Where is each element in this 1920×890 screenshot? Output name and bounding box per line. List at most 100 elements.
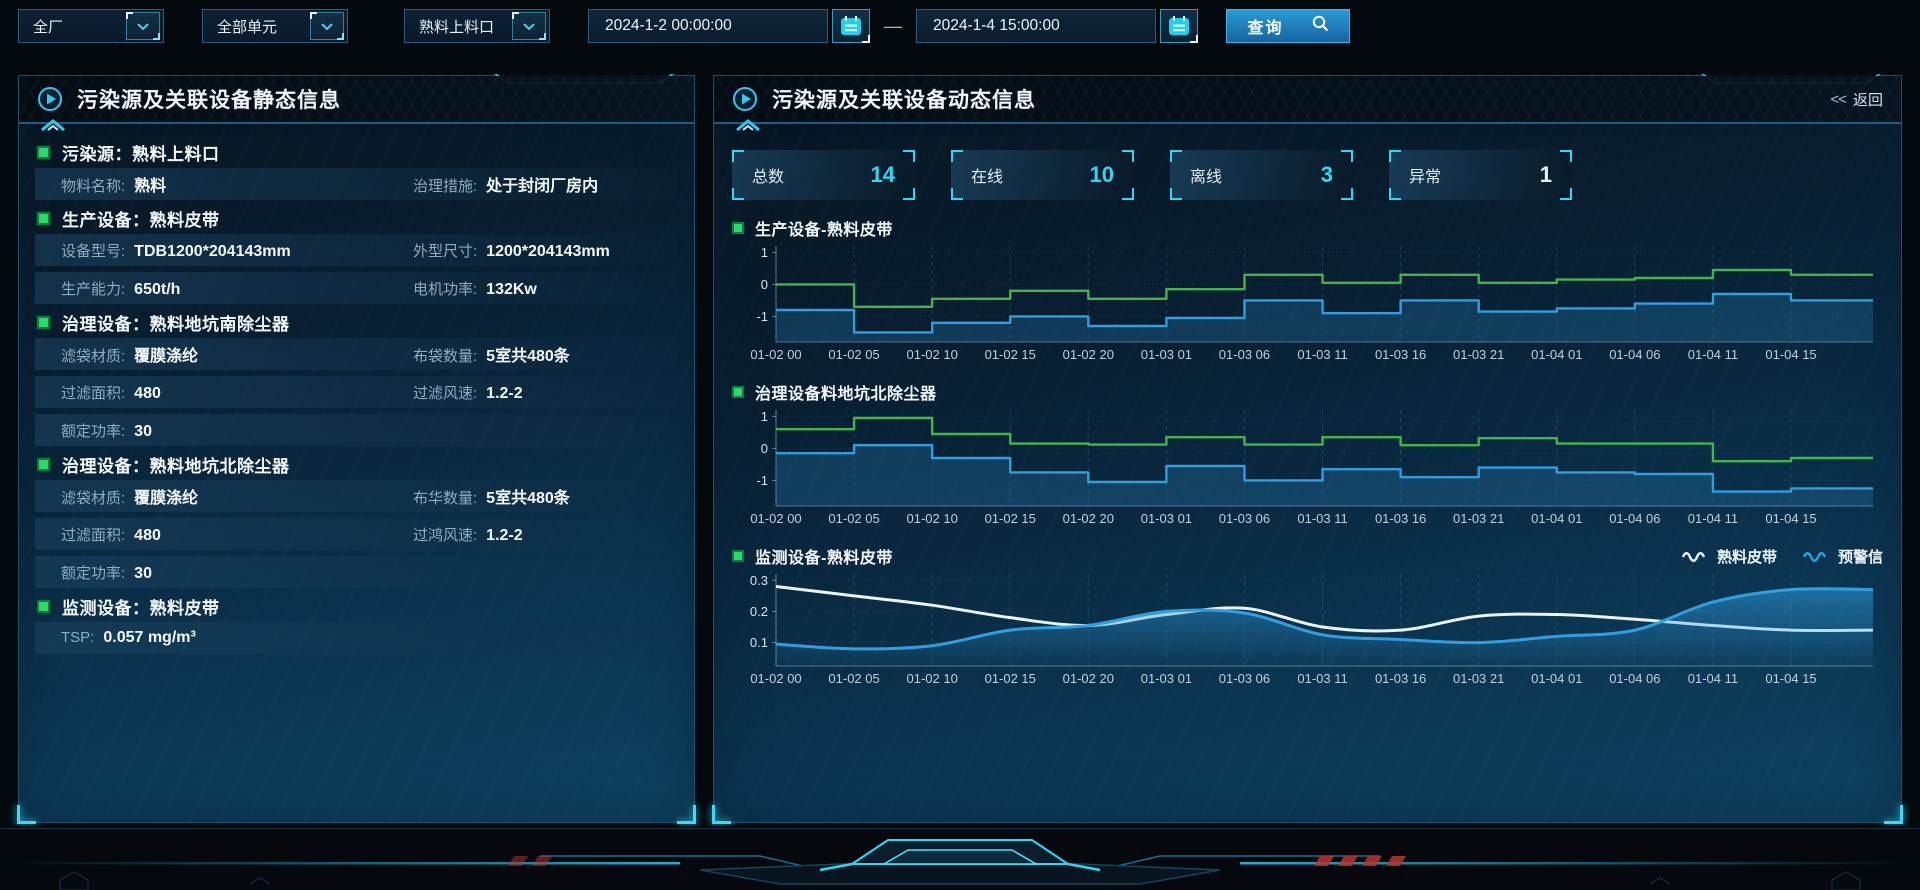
info-cell: 治理措施:处于封闭厂房内	[413, 172, 678, 196]
chevron-down-icon[interactable]	[126, 12, 160, 40]
chart-block: 监测设备-熟料皮带熟料皮带预警信0.30.20.101-02 0001-02 0…	[730, 544, 1885, 688]
section-header: 监测设备：熟料皮带	[37, 594, 678, 618]
stat-value: 10	[1090, 162, 1114, 188]
info-value: 覆膜涤纶	[134, 342, 198, 366]
charts-area: 生产设备-熟料皮带10-101-02 0001-02 0501-02 1001-…	[730, 216, 1885, 688]
chart-canvas: 10-101-02 0001-02 0501-02 1001-02 1501-0…	[730, 410, 1885, 528]
info-label: 布华数量:	[413, 487, 477, 508]
unit-select[interactable]: 全部单元	[202, 9, 348, 43]
calendar-icon[interactable]	[832, 9, 870, 43]
info-value: 30	[134, 423, 152, 441]
dynamic-info-panel: 污染源及关联设备动态信息 << 返回 总数14在线10离线3异常1 生产设备-熟…	[713, 75, 1902, 823]
svg-text:01-02 00: 01-02 00	[750, 347, 801, 362]
info-row: 过滤面积:480过滤风速:1.2-2	[35, 376, 678, 408]
info-cell: 滤袋材质:覆膜涤纶	[61, 342, 413, 366]
query-button[interactable]: 查询	[1226, 9, 1350, 43]
back-button-label: 返回	[1853, 89, 1883, 110]
static-info-title: 污染源及关联设备静态信息	[77, 84, 341, 114]
section-title: 污染源：熟料上料口	[62, 140, 220, 165]
svg-text:01-03 11: 01-03 11	[1297, 511, 1347, 526]
stat-label: 总数	[752, 163, 784, 187]
chart-title-row: 治理设备料地坑北除尘器	[730, 380, 1885, 404]
stat-value: 14	[871, 162, 895, 188]
svg-text:01-02 10: 01-02 10	[906, 347, 957, 362]
section-header: 治理设备：熟料地坑北除尘器	[37, 452, 678, 476]
footer-decoration	[0, 826, 1920, 890]
svg-text:01-04 11: 01-04 11	[1688, 347, 1738, 362]
info-label: 过滤面积:	[61, 524, 125, 545]
svg-text:01-02 20: 01-02 20	[1063, 347, 1114, 362]
legend-label: 预警信	[1838, 546, 1883, 567]
info-value: 480	[134, 385, 161, 403]
svg-text:-1: -1	[756, 473, 768, 488]
svg-text:01-04 15: 01-04 15	[1765, 671, 1816, 686]
date-from-value: 2024-1-2 00:00:00	[605, 17, 732, 35]
info-value: TDB1200*204143mm	[134, 243, 291, 261]
chart-block: 生产设备-熟料皮带10-101-02 0001-02 0501-02 1001-…	[730, 216, 1885, 364]
info-label: 额定功率:	[61, 420, 125, 441]
info-cell: 物料名称:熟料	[61, 172, 413, 196]
section-title: 治理设备：熟料地坑北除尘器	[62, 452, 290, 477]
info-value: 5室共480条	[486, 484, 570, 508]
info-label: 额定功率:	[61, 562, 125, 583]
chevron-down-icon[interactable]	[310, 12, 344, 40]
plant-select-value: 全厂	[33, 16, 63, 37]
svg-text:01-04 11: 01-04 11	[1688, 671, 1738, 686]
chart-block: 治理设备料地坑北除尘器10-101-02 0001-02 0501-02 100…	[730, 380, 1885, 528]
info-cell: 额定功率: 30	[61, 562, 678, 583]
static-info-header: 污染源及关联设备静态信息	[19, 76, 694, 124]
section-header: 治理设备：熟料地坑南除尘器	[37, 310, 678, 334]
filter-toolbar: 全厂 全部单元 熟料上料口 2024-1-2 00:00:00 — 2024-1…	[18, 8, 1902, 44]
source-select[interactable]: 熟料上料口	[404, 9, 550, 43]
legend-item[interactable]: 熟料皮带	[1682, 546, 1777, 567]
legend-item[interactable]: 预警信	[1803, 546, 1883, 567]
svg-text:01-03 06: 01-03 06	[1219, 511, 1270, 526]
green-square-icon	[37, 146, 50, 159]
stat-label: 异常	[1409, 163, 1441, 187]
info-cell: 过滤风速:1.2-2	[413, 382, 678, 403]
date-to-input[interactable]: 2024-1-4 15:00:00	[916, 9, 1156, 43]
chart-title: 监测设备-熟料皮带	[755, 544, 893, 568]
svg-text:01-04 06: 01-04 06	[1609, 671, 1660, 686]
info-value: 熟料	[134, 172, 166, 196]
svg-text:0: 0	[761, 441, 768, 456]
play-circle-icon	[37, 86, 63, 112]
svg-text:0: 0	[761, 277, 768, 292]
info-value: 650t/h	[134, 281, 180, 299]
svg-text:01-02 15: 01-02 15	[985, 347, 1036, 362]
svg-text:1: 1	[761, 410, 768, 424]
chart-title: 治理设备料地坑北除尘器	[755, 380, 937, 404]
info-row: 生产能力:650t/h电机功率:132Kw	[35, 272, 678, 304]
info-value: 480	[134, 527, 161, 545]
calendar-icon[interactable]	[1160, 9, 1198, 43]
info-cell: 过鸿风速:1.2-2	[413, 524, 678, 545]
svg-text:01-02 20: 01-02 20	[1063, 511, 1114, 526]
green-square-icon	[37, 600, 50, 613]
svg-text:01-02 10: 01-02 10	[906, 511, 957, 526]
svg-text:01-02 05: 01-02 05	[828, 671, 879, 686]
info-cell: 布袋数量:5室共480条	[413, 342, 678, 366]
svg-text:01-02 10: 01-02 10	[906, 671, 957, 686]
svg-text:01-04 15: 01-04 15	[1765, 511, 1816, 526]
info-cell: 过滤面积:480	[61, 382, 413, 403]
stat-label: 离线	[1190, 163, 1222, 187]
dynamic-info-title: 污染源及关联设备动态信息	[772, 84, 1036, 114]
info-cell: 电机功率:132Kw	[413, 278, 678, 299]
chart-canvas: 10-101-02 0001-02 0501-02 1001-02 1501-0…	[730, 246, 1885, 364]
chart-legend: 熟料皮带 预警信	[1682, 546, 1885, 567]
svg-text:01-03 16: 01-03 16	[1375, 671, 1426, 686]
svg-text:01-03 21: 01-03 21	[1453, 511, 1504, 526]
section-title: 监测设备：熟料皮带	[62, 594, 220, 619]
query-button-label: 查询	[1247, 14, 1283, 38]
info-row: 滤袋材质:覆膜涤纶布袋数量:5室共480条	[35, 338, 678, 370]
info-cell: 布华数量: 5室共480条	[413, 484, 678, 508]
chevron-down-icon[interactable]	[512, 12, 546, 40]
date-from-input[interactable]: 2024-1-2 00:00:00	[588, 9, 828, 43]
unit-select-value: 全部单元	[217, 16, 277, 37]
plant-select[interactable]: 全厂	[18, 9, 164, 43]
back-button[interactable]: << 返回	[1830, 89, 1883, 110]
section-title: 治理设备：熟料地坑南除尘器	[62, 310, 290, 335]
info-label: 外型尺寸:	[413, 240, 477, 261]
green-square-icon	[37, 458, 50, 471]
info-value: 30	[134, 565, 152, 583]
